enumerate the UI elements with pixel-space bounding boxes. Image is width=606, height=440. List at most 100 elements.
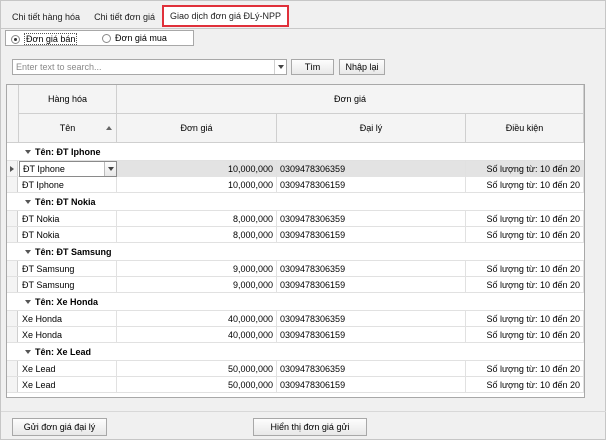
table-row[interactable]: Xe Lead 50,000,000 0309478306159 Số lượng t… (7, 377, 584, 393)
row-focus-arrow-icon (10, 166, 14, 172)
cell-dieu-kien[interactable]: Số lượng từ: 10 đến 20 (466, 277, 584, 293)
cell-dai-ly[interactable]: 0309478306159 (277, 227, 466, 243)
footer-divider (1, 411, 606, 412)
cell-dieu-kien[interactable]: Số lượng từ: 10 đến 20 (466, 327, 584, 343)
cell-don-gia[interactable]: 9,000,000 (117, 261, 277, 277)
cell-don-gia[interactable]: 50,000,000 (117, 361, 277, 377)
column-header-dai-ly[interactable]: Đại lý (277, 114, 466, 143)
tab-giao-dich-don-gia[interactable]: Giao dịch đơn giá ĐLý-NPP (162, 5, 289, 27)
tab-chi-tiet-hang-hoa[interactable]: Chi tiết hàng hóa (5, 7, 87, 27)
cell-dai-ly[interactable]: 0309478306359 (277, 211, 466, 227)
column-header-dieu-kien[interactable]: Điều kiện (466, 114, 584, 143)
cell-dropdown-button[interactable] (104, 162, 116, 176)
cell-ten[interactable]: Xe Honda (19, 311, 117, 327)
cell-dai-ly[interactable]: 0309478306159 (277, 327, 466, 343)
cell-ten[interactable]: ĐT Samsung (19, 261, 117, 277)
radio-selected-icon (11, 34, 20, 44)
group-label: Tên: ĐT Iphone (35, 147, 101, 157)
show-sent-price-button[interactable]: Hiển thị đơn giá gửi (253, 418, 367, 436)
group-label: Tên: Xe Lead (35, 347, 92, 357)
cell-dai-ly[interactable]: 0309478306359 (277, 161, 466, 177)
cell-dai-ly[interactable]: 0309478306359 (277, 311, 466, 327)
cell-dieu-kien[interactable]: Số lượng từ: 10 đến 20 (466, 311, 584, 327)
cell-ten[interactable]: Xe Lead (19, 377, 117, 393)
search-dropdown-button[interactable] (274, 60, 286, 74)
cell-dieu-kien[interactable]: Số lượng từ: 10 đến 20 (466, 227, 584, 243)
grid-body: Tên: ĐT Iphone ĐT Iphone 10,000,000 0309478… (7, 143, 584, 397)
column-header-label: Tên (59, 123, 76, 133)
group-collapse-icon[interactable] (25, 150, 31, 154)
chevron-down-icon (277, 65, 284, 69)
grid-corner (7, 85, 19, 143)
cell-don-gia[interactable]: 10,000,000 (117, 161, 277, 177)
cell-don-gia[interactable]: 40,000,000 (117, 311, 277, 327)
table-row[interactable]: ĐT Samsung 9,000,000 0309478306159 Số lượng… (7, 277, 584, 293)
table-row[interactable]: ĐT Iphone 10,000,000 0309478306359 Số lượng… (7, 161, 584, 177)
table-row[interactable]: Xe Honda 40,000,000 0309478306359 Số lượng … (7, 311, 584, 327)
cell-ten[interactable]: ĐT Iphone (19, 177, 117, 193)
band-hang-hoa[interactable]: Hàng hóa (19, 85, 117, 114)
table-row[interactable]: ĐT Samsung 9,000,000 0309478306359 Số lượng… (7, 261, 584, 277)
table-row[interactable]: Xe Lead 50,000,000 0309478306359 Số lượng t… (7, 361, 584, 377)
tab-chi-tiet-don-gia[interactable]: Chi tiết đơn giá (87, 7, 162, 27)
search-input[interactable] (13, 60, 271, 74)
radio-label: Đơn giá mua (115, 33, 167, 43)
radio-unselected-icon (102, 33, 111, 43)
tab-strip: Chi tiết hàng hóa Chi tiết đơn giá Giao … (5, 5, 289, 29)
group-collapse-icon[interactable] (25, 250, 31, 254)
cell-don-gia[interactable]: 40,000,000 (117, 327, 277, 343)
cell-ten[interactable]: Xe Honda (19, 327, 117, 343)
cell-ten[interactable]: ĐT Nokia (19, 227, 117, 243)
cell-dieu-kien[interactable]: Số lượng từ: 10 đến 20 (466, 161, 584, 177)
cell-don-gia[interactable]: 10,000,000 (117, 177, 277, 193)
cell-dai-ly[interactable]: 0309478306359 (277, 261, 466, 277)
chevron-down-icon (107, 167, 114, 171)
table-row[interactable]: Xe Honda 40,000,000 0309478306159 Số lượng … (7, 327, 584, 343)
cell-dai-ly[interactable]: 0309478306159 (277, 277, 466, 293)
reset-button[interactable]: Nhập lại (339, 59, 385, 75)
radio-don-gia-ban[interactable]: Đơn giá bán (11, 33, 78, 45)
vertical-scrollbar[interactable] (587, 84, 601, 398)
cell-ten[interactable]: ĐT Samsung (19, 277, 117, 293)
cell-dieu-kien[interactable]: Số lượng từ: 10 đến 20 (466, 377, 584, 393)
cell-ten[interactable]: ĐT Nokia (19, 211, 117, 227)
group-label: Tên: Xe Honda (35, 297, 99, 307)
band-don-gia[interactable]: Đơn giá (117, 85, 584, 114)
cell-dieu-kien[interactable]: Số lượng từ: 10 đến 20 (466, 177, 584, 193)
group-row[interactable]: Tên: Xe Lead (7, 343, 584, 361)
cell-dieu-kien[interactable]: Số lượng từ: 10 đến 20 (466, 211, 584, 227)
cell-dai-ly[interactable]: 0309478306159 (277, 377, 466, 393)
group-row[interactable]: Tên: ĐT Iphone (7, 143, 584, 161)
group-row[interactable]: Tên: ĐT Samsung (7, 243, 584, 261)
cell-dieu-kien[interactable]: Số lượng từ: 10 đến 20 (466, 261, 584, 277)
group-row[interactable]: Tên: Xe Sky (7, 393, 584, 397)
cell-ten[interactable]: Xe Lead (19, 361, 117, 377)
cell-dai-ly[interactable]: 0309478306159 (277, 177, 466, 193)
cell-dieu-kien[interactable]: Số lượng từ: 10 đến 20 (466, 361, 584, 377)
table-row[interactable]: ĐT Iphone 10,000,000 0309478306159 Số lượng… (7, 177, 584, 193)
search-button[interactable]: Tìm (291, 59, 334, 75)
search-box (12, 59, 287, 75)
group-row[interactable]: Tên: ĐT Nokia (7, 193, 584, 211)
cell-don-gia[interactable]: 9,000,000 (117, 277, 277, 293)
cell-dai-ly[interactable]: 0309478306359 (277, 361, 466, 377)
window-frame: Chi tiết hàng hóa Chi tiết đơn giá Giao … (0, 0, 606, 440)
group-label: Tên: ĐT Nokia (35, 197, 96, 207)
column-header-ten[interactable]: Tên (19, 114, 117, 143)
column-header-don-gia[interactable]: Đơn giá (117, 114, 277, 143)
table-row[interactable]: ĐT Nokia 8,000,000 0309478306359 Số lượng t… (7, 211, 584, 227)
cell-don-gia[interactable]: 8,000,000 (117, 211, 277, 227)
send-price-button[interactable]: Gửi đơn giá đại lý (12, 418, 107, 436)
group-row[interactable]: Tên: Xe Honda (7, 293, 584, 311)
cell-editor-ten[interactable]: ĐT Iphone (19, 161, 117, 177)
cell-don-gia[interactable]: 50,000,000 (117, 377, 277, 393)
group-collapse-icon[interactable] (25, 300, 31, 304)
price-grid: Hàng hóa Đơn giá Tên Đơn giá Đại lý Điều… (6, 84, 585, 398)
group-collapse-icon[interactable] (25, 200, 31, 204)
radio-don-gia-mua[interactable]: Đơn giá mua (102, 33, 167, 43)
cell-editor-value: ĐT Iphone (23, 164, 65, 174)
table-row[interactable]: ĐT Nokia 8,000,000 0309478306159 Số lượng t… (7, 227, 584, 243)
group-collapse-icon[interactable] (25, 350, 31, 354)
price-type-radio-group: Đơn giá bán Đơn giá mua (5, 30, 194, 46)
cell-don-gia[interactable]: 8,000,000 (117, 227, 277, 243)
